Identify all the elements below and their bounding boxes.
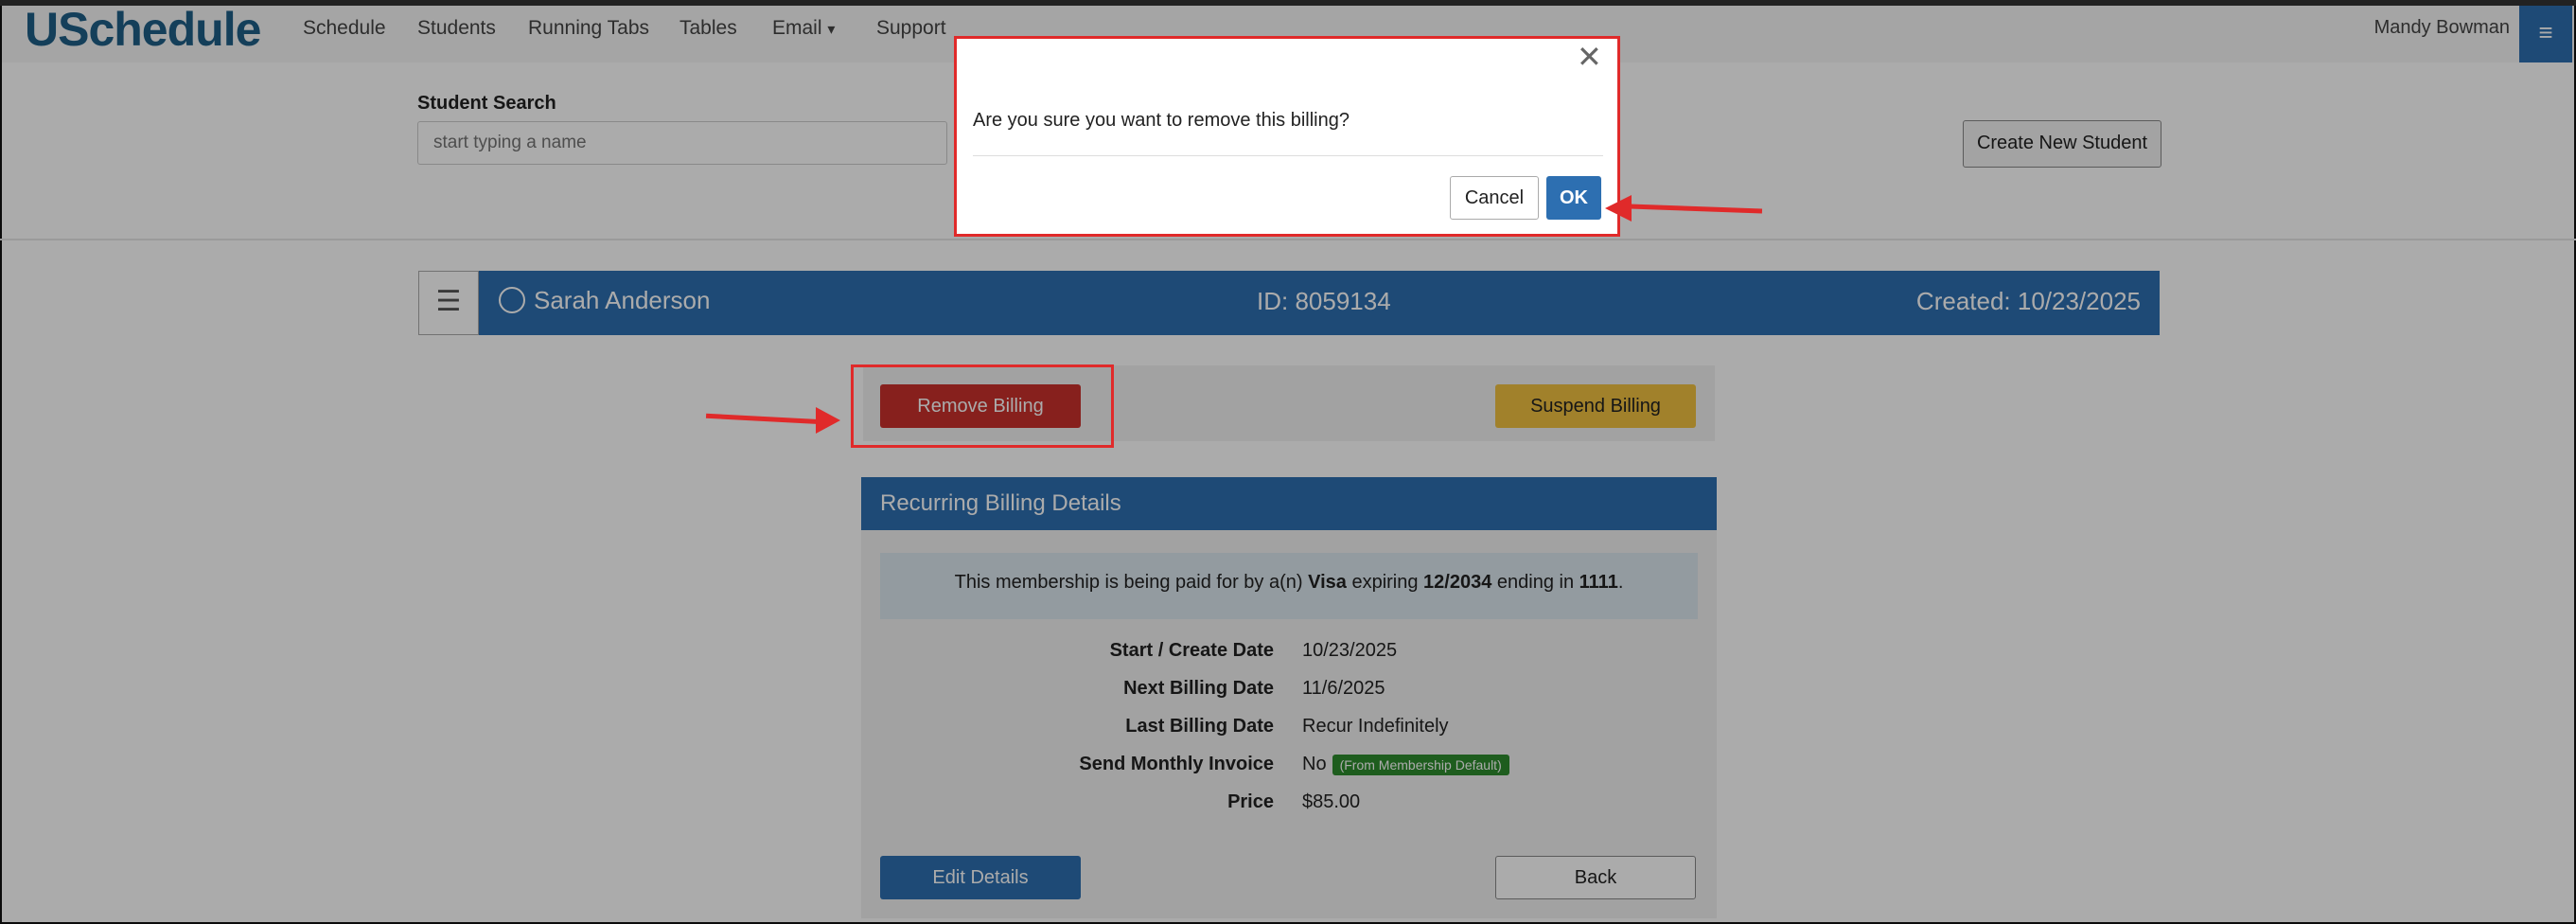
confirm-message: Are you sure you want to remove this bil… — [973, 110, 1350, 131]
cancel-button[interactable]: Cancel — [1450, 176, 1539, 220]
dialog-divider — [973, 155, 1603, 156]
close-icon[interactable]: ✕ — [1577, 42, 1602, 72]
remove-billing-highlight — [851, 364, 1114, 448]
arrow-head-icon — [816, 407, 840, 434]
arrow-head-icon — [1605, 195, 1632, 222]
ok-button[interactable]: OK — [1546, 176, 1601, 220]
